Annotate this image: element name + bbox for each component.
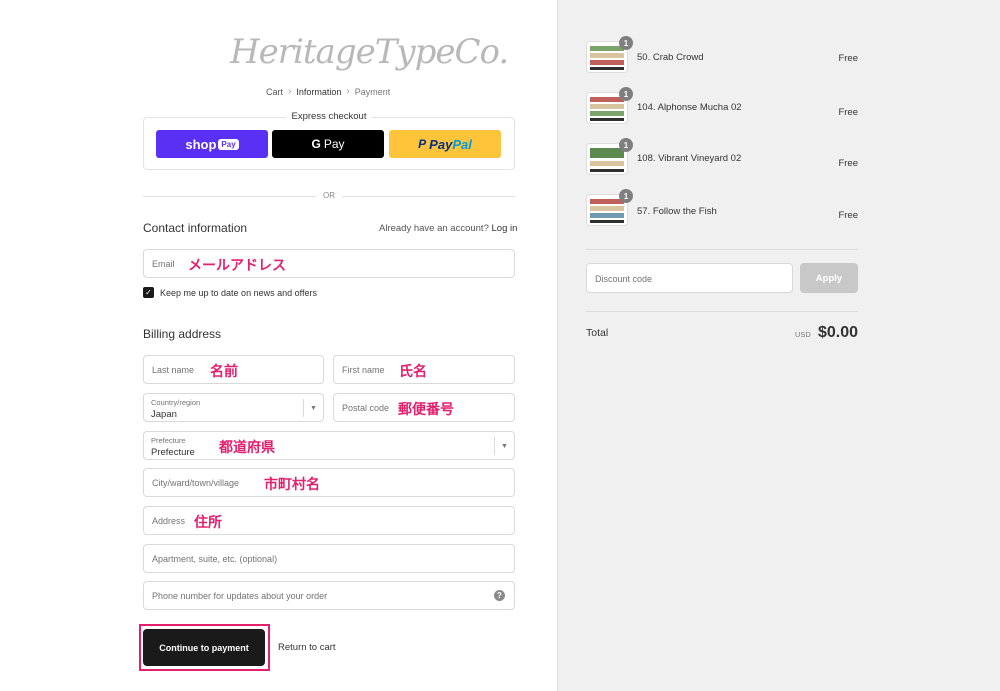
shop-pay-pill: Pay — [218, 138, 239, 150]
paypal-button[interactable]: P Pay Pal — [389, 130, 501, 158]
login-prompt-text: Already have an account? — [379, 223, 489, 234]
total-currency: USD — [795, 330, 811, 339]
country-value: Japan — [151, 409, 177, 420]
apartment-placeholder: Apartment, suite, etc. (optional) — [152, 554, 278, 564]
country-select[interactable]: Country/region Japan ▼ — [143, 393, 324, 422]
address-annotation: 住所 — [194, 514, 222, 530]
item-name: 108. Vibrant Vineyard 02 — [637, 153, 742, 164]
checkout-main: HeritageTypeCo. Cart › Information › Pay… — [0, 0, 557, 691]
address-field[interactable]: Address 住所 — [143, 506, 515, 535]
login-prompt: Already have an account? Log in — [379, 223, 517, 234]
email-annotation: メールアドレス — [188, 257, 286, 273]
breadcrumb-payment: Payment — [354, 86, 391, 97]
continue-to-payment-button[interactable]: Continue to payment — [143, 629, 265, 666]
google-icon: G — [311, 137, 321, 151]
city-annotation: 市町村名 — [264, 476, 320, 492]
google-pay-button[interactable]: G Pay — [272, 130, 384, 158]
express-checkout-title: Express checkout — [143, 111, 515, 122]
item-price: Free — [838, 158, 858, 169]
shop-pay-button[interactable]: shop Pay — [156, 130, 268, 158]
first-name-field[interactable]: First name 氏名 — [333, 355, 515, 384]
chevron-right-icon: › — [288, 86, 292, 97]
postal-code-field[interactable]: Postal code 郵便番号 — [333, 393, 515, 422]
total-label: Total — [586, 327, 609, 339]
breadcrumb-information: Information — [296, 86, 342, 97]
item-price: Free — [838, 210, 858, 221]
help-icon[interactable]: ? — [494, 590, 505, 601]
paypal-label-b: Pal — [452, 136, 472, 152]
first-name-placeholder: First name — [342, 365, 385, 375]
city-placeholder: City/ward/town/village — [152, 478, 240, 488]
apartment-field[interactable]: Apartment, suite, etc. (optional) — [143, 544, 515, 573]
postal-code-placeholder: Postal code — [342, 403, 390, 413]
login-link[interactable]: Log in — [492, 223, 518, 234]
total-value: $0.00 — [818, 324, 859, 341]
chevron-down-icon: ▼ — [494, 437, 514, 455]
last-name-placeholder: Last name — [152, 365, 195, 375]
item-name: 50. Crab Crowd — [637, 52, 704, 63]
newsletter-row[interactable]: ✓ Keep me up to date on news and offers — [143, 287, 317, 298]
quantity-badge: 1 — [619, 138, 633, 152]
item-name: 57. Follow the Fish — [637, 206, 717, 217]
brand-logo[interactable]: HeritageTypeCo. — [230, 32, 509, 76]
discount-placeholder: Discount code — [595, 274, 653, 284]
cart-item: 1 50. Crab Crowd Free — [586, 36, 858, 76]
paypal-label-a: Pay — [429, 136, 453, 152]
google-pay-label: Pay — [323, 137, 345, 151]
phone-field[interactable]: Phone number for updates about your orde… — [143, 581, 515, 610]
cart-item: 1 57. Follow the Fish Free — [586, 189, 858, 229]
chevron-down-icon: ▼ — [303, 399, 323, 417]
country-label: Country/region — [151, 398, 201, 407]
checkbox-checked-icon[interactable]: ✓ — [143, 287, 154, 298]
quantity-badge: 1 — [619, 189, 633, 203]
address-placeholder: Address — [152, 516, 186, 526]
prefecture-label: Prefecture — [151, 436, 186, 445]
contact-title: Contact information — [143, 221, 248, 235]
apply-button[interactable]: Apply — [800, 263, 858, 293]
paypal-icon: P — [418, 137, 427, 151]
prefecture-select[interactable]: Prefecture Prefecture 都道府県 ▼ — [143, 431, 515, 460]
cart-item: 1 104. Alphonse Mucha 02 Free — [586, 87, 858, 127]
email-placeholder: Email — [152, 259, 175, 269]
item-name: 104. Alphonse Mucha 02 — [637, 102, 742, 113]
first-name-annotation: 氏名 — [399, 363, 427, 379]
phone-placeholder: Phone number for updates about your orde… — [152, 591, 328, 601]
discount-code-field[interactable]: Discount code — [586, 263, 793, 293]
last-name-annotation: 名前 — [210, 363, 238, 379]
summary-divider — [586, 311, 858, 312]
last-name-field[interactable]: Last name 名前 — [143, 355, 324, 384]
prefecture-annotation: 都道府県 — [219, 439, 275, 455]
prefecture-value: Prefecture — [151, 447, 195, 458]
newsletter-label: Keep me up to date on news and offers — [160, 287, 317, 298]
city-field[interactable]: City/ward/town/village 市町村名 — [143, 468, 515, 497]
billing-title: Billing address — [143, 327, 222, 341]
item-price: Free — [838, 107, 858, 118]
item-price: Free — [838, 53, 858, 64]
quantity-badge: 1 — [619, 36, 633, 50]
cart-item: 1 108. Vibrant Vineyard 02 Free — [586, 138, 858, 178]
quantity-badge: 1 — [619, 87, 633, 101]
return-to-cart-link[interactable]: Return to cart — [278, 642, 336, 653]
summary-divider — [586, 249, 858, 250]
email-field[interactable]: Email メールアドレス — [143, 249, 515, 278]
chevron-right-icon: › — [346, 86, 350, 97]
breadcrumb: Cart › Information › Payment — [266, 86, 390, 97]
or-label: OR — [316, 191, 342, 200]
shop-pay-label: shop — [185, 136, 217, 152]
breadcrumb-cart[interactable]: Cart — [266, 87, 283, 97]
postal-code-annotation: 郵便番号 — [398, 401, 454, 417]
